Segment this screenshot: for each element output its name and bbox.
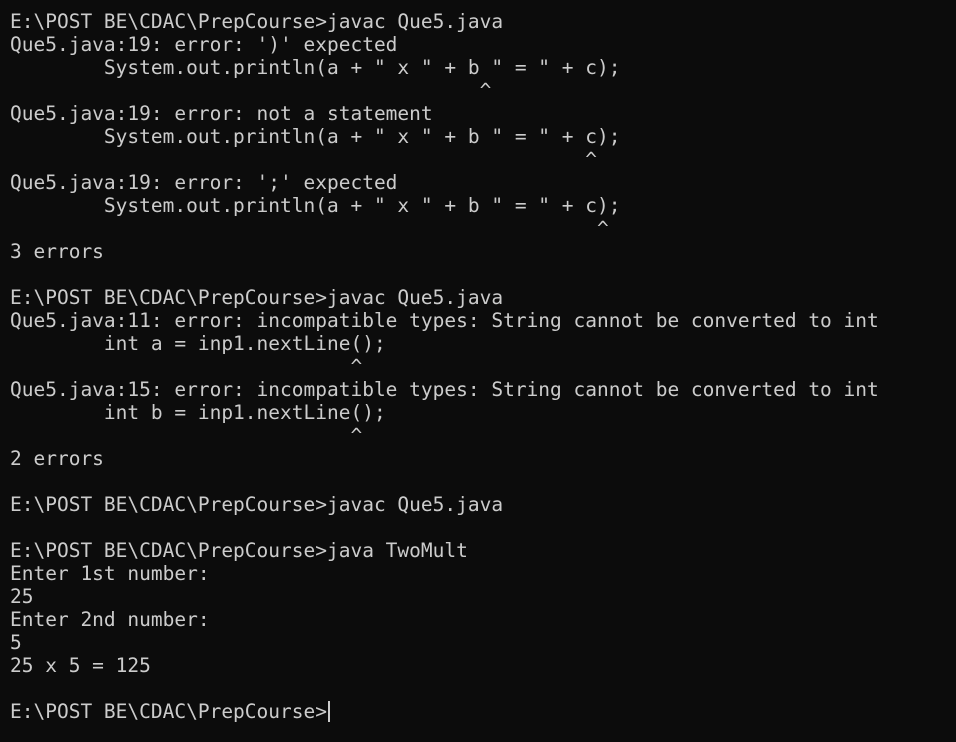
terminal-line: ^ (10, 148, 597, 171)
terminal-line: ^ (10, 355, 363, 378)
terminal-line: Que5.java:11: error: incompatible types:… (10, 309, 879, 332)
terminal-line: Que5.java:15: error: incompatible types:… (10, 378, 879, 401)
terminal-line: System.out.println(a + " x " + b " = " +… (10, 194, 621, 217)
terminal-window[interactable]: E:\POST BE\CDAC\PrepCourse>javac Que5.ja… (0, 0, 956, 742)
terminal-input-line[interactable]: E:\POST BE\CDAC\PrepCourse> (10, 700, 956, 723)
terminal-output: E:\POST BE\CDAC\PrepCourse>javac Que5.ja… (10, 10, 956, 700)
terminal-line: int a = inp1.nextLine(); (10, 332, 386, 355)
terminal-line: ^ (10, 79, 492, 102)
terminal-line: Que5.java:19: error: ')' expected (10, 33, 398, 56)
terminal-line: int b = inp1.nextLine(); (10, 401, 386, 424)
terminal-line: 5 (10, 631, 22, 654)
terminal-line: ^ (10, 217, 609, 240)
terminal-line: E:\POST BE\CDAC\PrepCourse>javac Que5.ja… (10, 10, 504, 33)
terminal-line: 2 errors (10, 447, 104, 470)
terminal-line: E:\POST BE\CDAC\PrepCourse>javac Que5.ja… (10, 493, 504, 516)
terminal-line: 25 (10, 585, 34, 608)
terminal-line: ^ (10, 424, 363, 447)
terminal-line: Enter 2nd number: (10, 608, 210, 631)
terminal-line: Que5.java:19: error: not a statement (10, 102, 433, 125)
terminal-line: E:\POST BE\CDAC\PrepCourse>java TwoMult (10, 539, 468, 562)
terminal-line: Enter 1st number: (10, 562, 210, 585)
terminal-line: 3 errors (10, 240, 104, 263)
terminal-line: System.out.println(a + " x " + b " = " +… (10, 56, 621, 79)
terminal-line: 25 x 5 = 125 (10, 654, 151, 677)
terminal-line: Que5.java:19: error: ';' expected (10, 171, 398, 194)
terminal-line: System.out.println(a + " x " + b " = " +… (10, 125, 621, 148)
text-cursor (327, 701, 330, 722)
terminal-line: E:\POST BE\CDAC\PrepCourse>javac Que5.ja… (10, 286, 504, 309)
current-prompt: E:\POST BE\CDAC\PrepCourse> (10, 700, 327, 723)
